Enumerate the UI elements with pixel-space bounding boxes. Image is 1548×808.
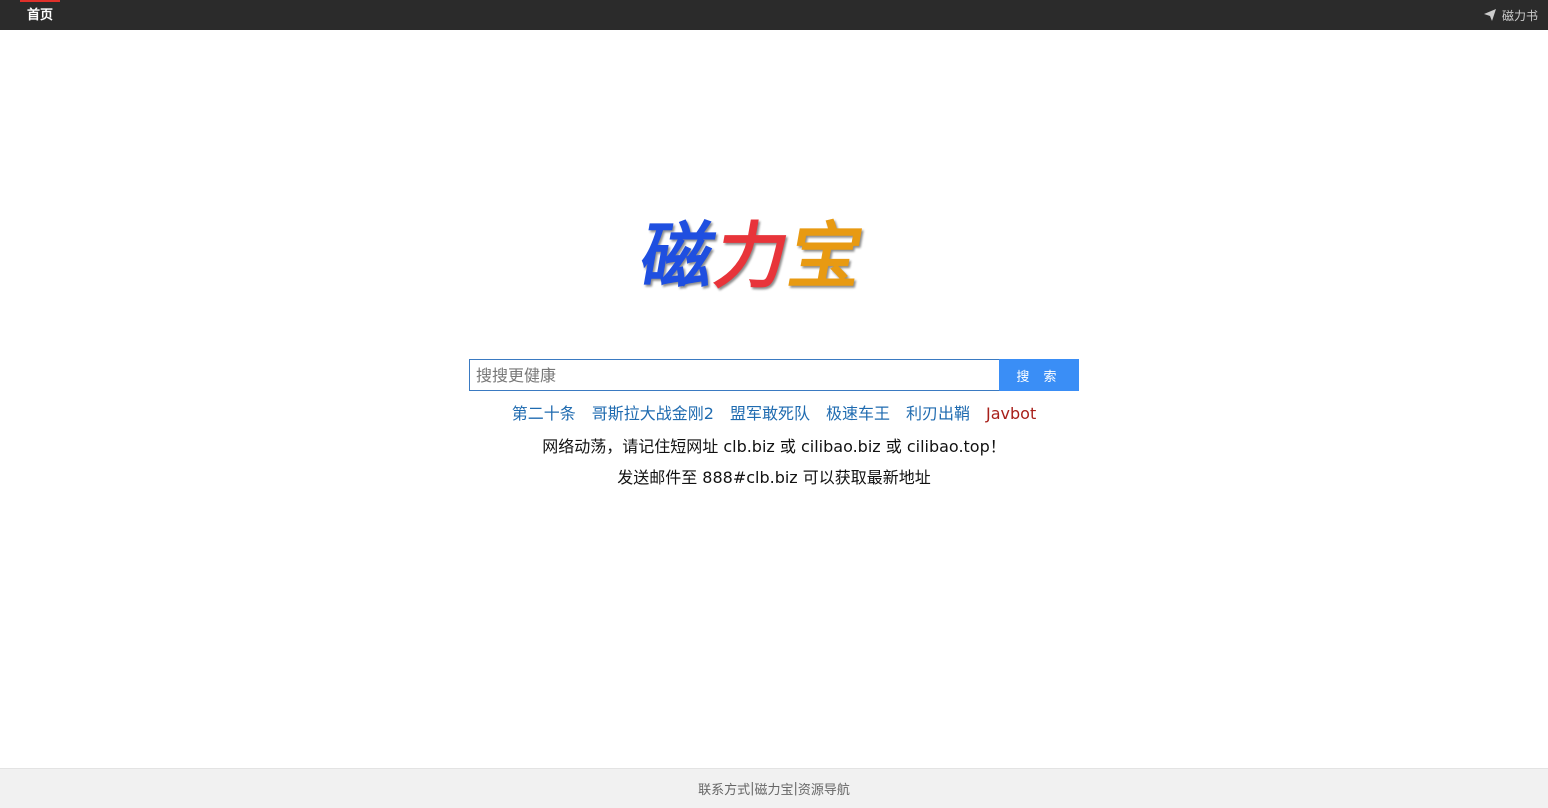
footer-link-resources[interactable]: 资源导航: [798, 779, 850, 798]
nav-home-tab[interactable]: 首页: [20, 0, 60, 30]
hot-link[interactable]: 极速车王: [826, 402, 890, 426]
hot-link[interactable]: 哥斯拉大战金刚2: [592, 402, 714, 426]
logo-char-3: 宝: [782, 214, 872, 298]
notice-email: 发送邮件至 888#clb.biz 可以获取最新地址: [617, 468, 931, 487]
top-nav-bar: 首页 磁力书: [0, 0, 1548, 30]
notice-short-url: 网络动荡，请记住短网址 clb.biz 或 cilibao.biz 或 cili…: [542, 437, 1006, 456]
hot-link[interactable]: 盟军敢死队: [730, 402, 810, 426]
site-logo: 磁 力 宝: [635, 214, 902, 298]
cilishu-link-label: 磁力书: [1501, 8, 1538, 23]
hot-search-links: 第二十条 哥斯拉大战金刚2 盟军敢死队 极速车王 利刃出鞘 Javbot: [0, 402, 1548, 426]
hot-link[interactable]: 利刃出鞘: [906, 402, 970, 426]
javbot-link[interactable]: Javbot: [986, 402, 1036, 426]
hot-link[interactable]: 第二十条: [512, 402, 576, 426]
cilishu-link[interactable]: 磁力书: [1483, 0, 1538, 30]
search-button[interactable]: 搜 索: [999, 359, 1079, 391]
footer-link-cilibao[interactable]: 磁力宝: [754, 779, 793, 798]
search-form: 搜 索: [469, 359, 1079, 391]
search-input[interactable]: [469, 359, 999, 391]
footer: 联系方式 | 磁力宝 | 资源导航: [0, 768, 1548, 808]
footer-link-contact[interactable]: 联系方式: [698, 779, 750, 798]
send-icon: [1483, 9, 1496, 21]
